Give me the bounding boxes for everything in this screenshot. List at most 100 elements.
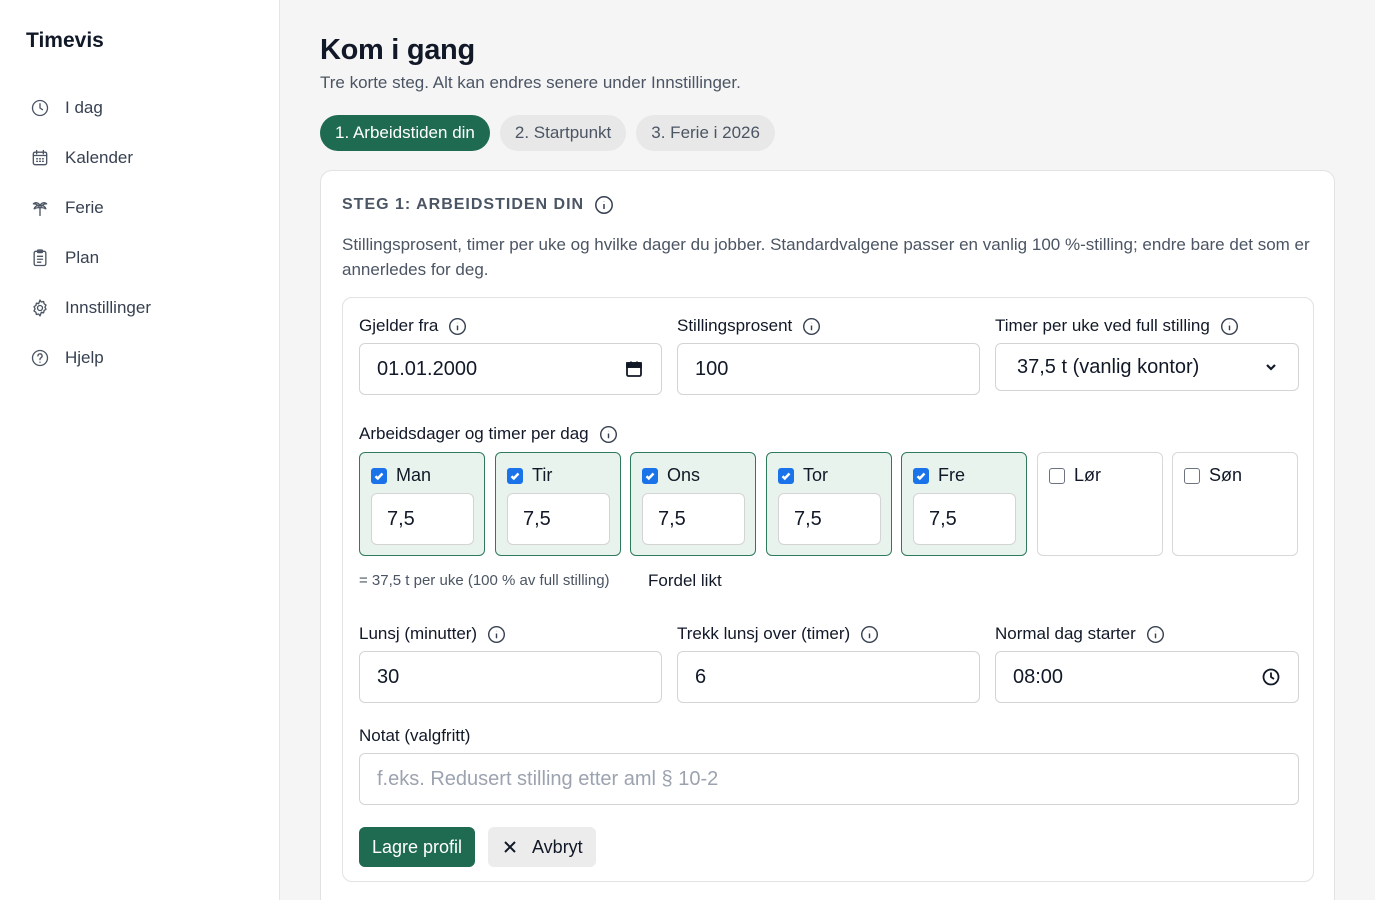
profile-form: Gjelder fra Stillingsprosent Timer per u… bbox=[342, 297, 1314, 882]
sidebar-item-innstillinger[interactable]: Innstillinger bbox=[28, 295, 151, 320]
checkbox-checked[interactable] bbox=[507, 467, 523, 484]
valid-from-label-text: Gjelder fra bbox=[359, 316, 439, 335]
tab-step-2[interactable]: 2. Startpunkt bbox=[499, 115, 627, 151]
lunch-threshold-label-text: Trekk lunsj over (timer) bbox=[677, 624, 851, 643]
sidebar-nav: I dag Kalender Ferie Plan Innstillinger bbox=[28, 95, 151, 395]
day-hours-input[interactable]: 7,5 bbox=[913, 493, 1016, 545]
workdays-label: Arbeidsdager og timer per dag bbox=[359, 424, 618, 444]
day-label: Man bbox=[396, 465, 432, 485]
card-description: Stillingsprosent, timer per uke og hvilk… bbox=[342, 235, 1310, 279]
sidebar-item-label: Hjelp bbox=[65, 347, 104, 367]
cancel-button-label: Avbryt bbox=[532, 836, 583, 857]
note-label: Notat (valgfritt) bbox=[359, 726, 470, 746]
sidebar-item-label: Kalender bbox=[65, 147, 134, 167]
info-icon[interactable] bbox=[487, 625, 506, 644]
page-subtitle: Tre korte steg. Alt kan endres senere un… bbox=[320, 73, 741, 92]
day-label: Ons bbox=[667, 465, 701, 485]
percent-value: 100 bbox=[695, 357, 729, 380]
checkbox-unchecked[interactable] bbox=[1184, 467, 1200, 484]
day-card-man: Man 7,5 bbox=[359, 452, 485, 556]
day-start-time-input[interactable]: 08:00 bbox=[995, 651, 1299, 703]
calendar-icon[interactable] bbox=[624, 359, 644, 379]
close-icon bbox=[502, 839, 518, 855]
note-input[interactable]: f.eks. Redusert stilling etter aml § 10-… bbox=[359, 753, 1299, 805]
day-toggle[interactable]: Man bbox=[371, 465, 431, 486]
info-icon[interactable] bbox=[860, 625, 879, 644]
day-toggle[interactable]: Fre bbox=[913, 465, 965, 486]
day-label: Tir bbox=[532, 465, 553, 485]
sidebar-item-plan[interactable]: Plan bbox=[28, 245, 151, 270]
weekly-hours-label-text: Timer per uke ved full stilling bbox=[995, 316, 1210, 335]
sidebar-item-label: Plan bbox=[65, 247, 100, 267]
main-content: Kom i gang Tre korte steg. Alt kan endre… bbox=[280, 0, 1375, 900]
day-hours-input[interactable]: 7,5 bbox=[778, 493, 881, 545]
valid-from-date-input[interactable]: 01.01.2000 bbox=[359, 343, 662, 395]
valid-from-value: 01.01.2000 bbox=[377, 357, 478, 380]
lunch-label: Lunsj (minutter) bbox=[359, 624, 506, 644]
day-label: Fre bbox=[938, 465, 965, 485]
percent-label-text: Stillingsprosent bbox=[677, 316, 793, 335]
day-card-fre: Fre 7,5 bbox=[901, 452, 1027, 556]
clock-icon bbox=[28, 96, 52, 120]
sidebar-item-kalender[interactable]: Kalender bbox=[28, 145, 151, 170]
day-hours-input[interactable]: 7,5 bbox=[507, 493, 610, 545]
day-start-label: Normal dag starter bbox=[995, 624, 1165, 644]
card-title: STEG 1: ARBEIDSTIDEN DIN bbox=[342, 196, 585, 213]
clipboard-icon bbox=[28, 246, 52, 270]
day-hours-input[interactable]: 7,5 bbox=[371, 493, 474, 545]
workdays-label-text: Arbeidsdager og timer per dag bbox=[359, 424, 589, 443]
info-icon[interactable] bbox=[448, 317, 467, 336]
tab-step-3[interactable]: 3. Ferie i 2026 bbox=[636, 115, 775, 151]
step-card: STEG 1: ARBEIDSTIDEN DIN Stillingsprosen… bbox=[320, 170, 1335, 900]
tab-step-1[interactable]: 1. Arbeidstiden din bbox=[320, 115, 490, 151]
note-placeholder: f.eks. Redusert stilling etter aml § 10-… bbox=[377, 767, 719, 790]
checkbox-checked[interactable] bbox=[913, 467, 929, 484]
sidebar-item-ferie[interactable]: Ferie bbox=[28, 195, 151, 220]
day-start-value: 08:00 bbox=[1013, 665, 1064, 688]
checkbox-unchecked[interactable] bbox=[1049, 467, 1065, 484]
sidebar: Timevis I dag Kalender Ferie Plan Innsti… bbox=[0, 0, 280, 900]
day-toggle[interactable]: Søn bbox=[1184, 465, 1242, 486]
lunch-threshold-label: Trekk lunsj over (timer) bbox=[677, 624, 879, 644]
sidebar-item-label: Ferie bbox=[65, 197, 104, 217]
info-icon[interactable] bbox=[594, 195, 614, 215]
sidebar-item-hjelp[interactable]: Hjelp bbox=[28, 345, 151, 370]
day-hours-input[interactable]: 7,5 bbox=[642, 493, 745, 545]
lunch-threshold-value: 6 bbox=[695, 665, 707, 688]
cancel-button[interactable]: Avbryt bbox=[488, 827, 596, 867]
checkbox-checked[interactable] bbox=[371, 467, 387, 484]
sidebar-item-label: I dag bbox=[65, 97, 103, 117]
info-icon[interactable] bbox=[802, 317, 821, 336]
day-card-tor: Tor 7,5 bbox=[766, 452, 892, 556]
save-profile-button[interactable]: Lagre profil bbox=[359, 827, 476, 867]
lunch-minutes-value: 30 bbox=[377, 665, 400, 688]
day-toggle[interactable]: Ons bbox=[642, 465, 700, 486]
weekly-hours-select[interactable]: 37,5 t (vanlig kontor) bbox=[995, 343, 1299, 391]
day-label: Tor bbox=[803, 465, 829, 485]
step-tabs: 1. Arbeidstiden din 2. Startpunkt 3. Fer… bbox=[320, 115, 775, 151]
sidebar-item-label: Innstillinger bbox=[65, 297, 151, 317]
page-title: Kom i gang bbox=[320, 34, 475, 66]
day-toggle[interactable]: Tor bbox=[778, 465, 828, 486]
app-name: Timevis bbox=[26, 29, 104, 52]
checkbox-checked[interactable] bbox=[778, 467, 794, 484]
calendar-icon bbox=[28, 146, 52, 170]
day-card-lor: Lør bbox=[1037, 452, 1163, 556]
checkbox-checked[interactable] bbox=[642, 467, 658, 484]
day-toggle[interactable]: Tir bbox=[507, 465, 552, 486]
day-toggle[interactable]: Lør bbox=[1049, 465, 1101, 486]
clock-icon[interactable] bbox=[1261, 667, 1281, 687]
lunch-threshold-input[interactable]: 6 bbox=[677, 651, 980, 703]
lunch-minutes-input[interactable]: 30 bbox=[359, 651, 662, 703]
distribute-evenly-button[interactable]: Fordel likt bbox=[648, 571, 722, 591]
weekly-hours-selected: 37,5 t (vanlig kontor) bbox=[1017, 355, 1200, 378]
info-icon[interactable] bbox=[599, 425, 618, 444]
sidebar-item-i-dag[interactable]: I dag bbox=[28, 95, 151, 120]
day-start-label-text: Normal dag starter bbox=[995, 624, 1136, 643]
chevron-down-icon bbox=[1261, 357, 1281, 377]
valid-from-label: Gjelder fra bbox=[359, 316, 467, 336]
help-circle-icon bbox=[28, 346, 52, 370]
percent-input[interactable]: 100 bbox=[677, 343, 980, 395]
info-icon[interactable] bbox=[1220, 317, 1239, 336]
info-icon[interactable] bbox=[1146, 625, 1165, 644]
